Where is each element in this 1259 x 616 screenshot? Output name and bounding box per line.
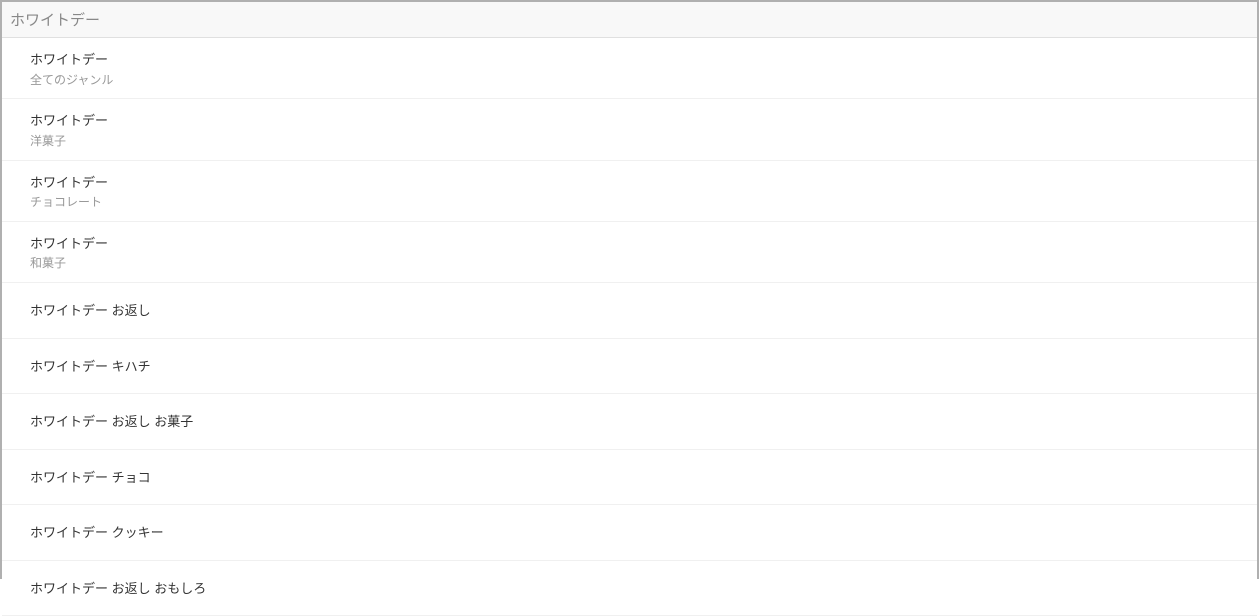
search-bar: [2, 2, 1257, 38]
suggestion-item[interactable]: ホワイトデー お返し おもしろ: [2, 561, 1257, 616]
suggestion-item[interactable]: ホワイトデー 和菓子: [2, 222, 1257, 283]
suggestion-category: チョコレート: [30, 194, 1229, 211]
suggestion-title: ホワイトデー: [30, 50, 1229, 70]
suggestion-title: ホワイトデー お返し おもしろ: [30, 579, 1229, 599]
suggestion-item[interactable]: ホワイトデー クッキー: [2, 505, 1257, 561]
suggestion-item[interactable]: ホワイトデー チョコレート: [2, 161, 1257, 222]
suggestion-title: ホワイトデー クッキー: [30, 523, 1229, 543]
suggestion-item[interactable]: ホワイトデー キハチ: [2, 339, 1257, 395]
suggestion-title: ホワイトデー: [30, 111, 1229, 131]
suggestion-item[interactable]: ホワイトデー チョコ: [2, 450, 1257, 506]
suggestion-category: 和菓子: [30, 255, 1229, 272]
suggestion-title: ホワイトデー: [30, 234, 1229, 254]
suggestion-title: ホワイトデー お返し お菓子: [30, 412, 1229, 432]
suggestion-category: 洋菓子: [30, 133, 1229, 150]
suggestion-title: ホワイトデー お返し: [30, 301, 1229, 321]
suggestion-item[interactable]: ホワイトデー お返し: [2, 283, 1257, 339]
search-input[interactable]: [10, 11, 1249, 28]
suggestion-item[interactable]: ホワイトデー お返し お菓子: [2, 394, 1257, 450]
suggestion-item[interactable]: ホワイトデー 洋菓子: [2, 99, 1257, 160]
suggestion-title: ホワイトデー キハチ: [30, 357, 1229, 377]
suggestion-item[interactable]: ホワイトデー 全てのジャンル: [2, 38, 1257, 99]
suggestion-title: ホワイトデー チョコ: [30, 468, 1229, 488]
suggestion-title: ホワイトデー: [30, 173, 1229, 193]
suggestion-category: 全てのジャンル: [30, 72, 1229, 89]
suggestions-list: ホワイトデー 全てのジャンル ホワイトデー 洋菓子 ホワイトデー チョコレート …: [2, 38, 1257, 616]
